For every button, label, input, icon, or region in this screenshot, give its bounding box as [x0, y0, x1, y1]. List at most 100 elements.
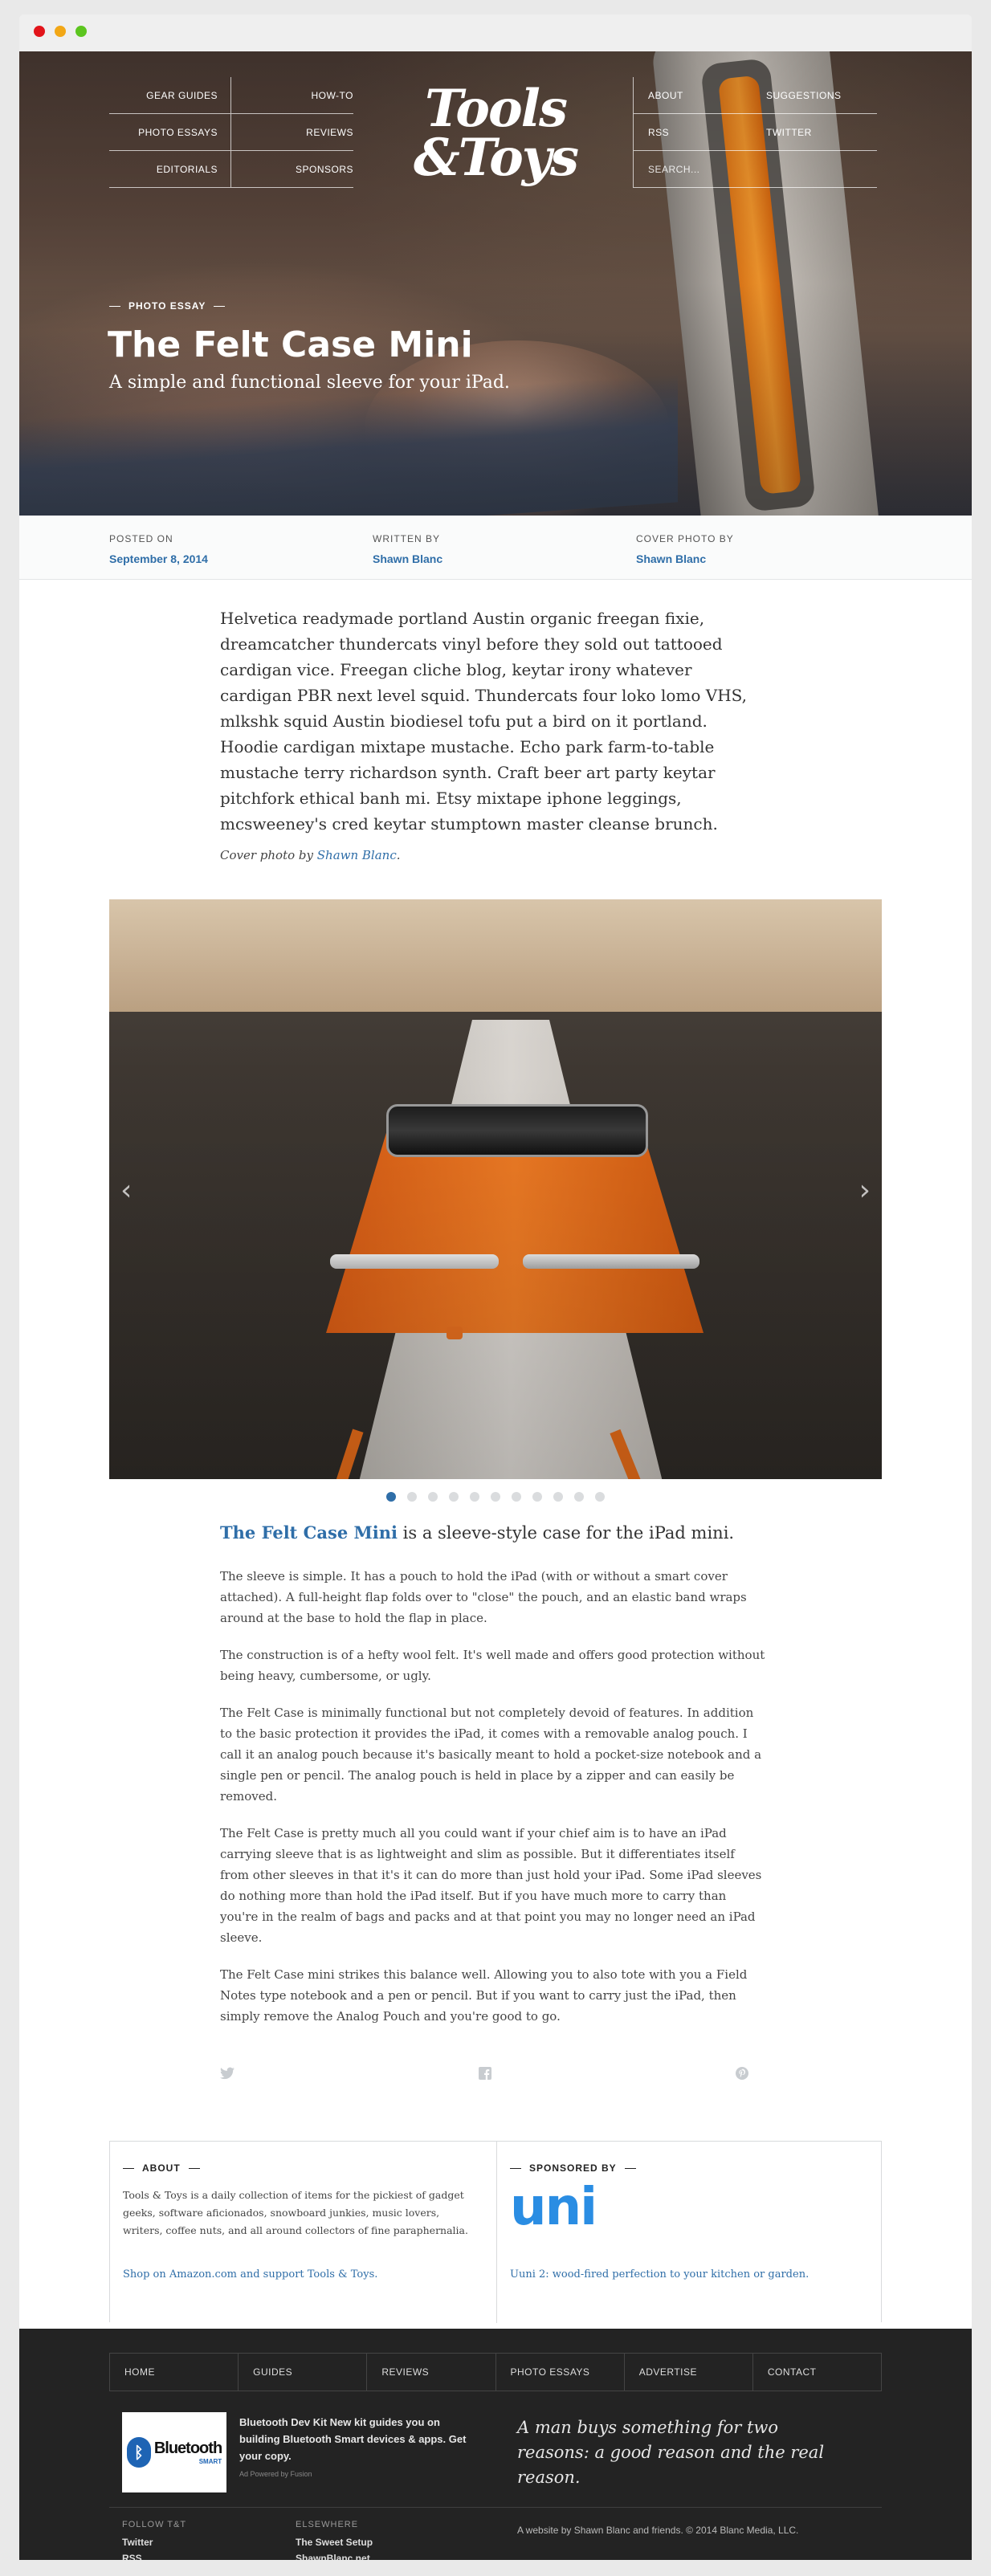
article-meta: Posted on September 8, 2014 Written by S…: [19, 516, 972, 580]
nav-photo-essays[interactable]: Photo Essays: [109, 114, 231, 151]
meta-author-link[interactable]: Shawn Blanc: [373, 552, 442, 565]
article-paragraph: The construction is of a hefty wool felt…: [220, 1648, 765, 1683]
facebook-share-icon[interactable]: [479, 2067, 491, 2084]
credit-author-link[interactable]: Shawn Blanc: [317, 848, 397, 862]
nav-gear-guides[interactable]: Gear Guides: [109, 77, 231, 114]
gallery-dot[interactable]: [595, 1492, 605, 1502]
hero: Gear Guides How-To Photo Essays Reviews …: [19, 51, 972, 516]
footer-nav-reviews[interactable]: Reviews: [367, 2354, 496, 2391]
footer-quote: A man buys something for two reasons: a …: [517, 2418, 825, 2487]
gallery-dot[interactable]: [386, 1492, 396, 1502]
gallery-dot[interactable]: [574, 1492, 584, 1502]
follow-twitter-link[interactable]: Twitter: [122, 2534, 186, 2550]
article-paragraph: The Felt Case mini strikes this balance …: [220, 1967, 748, 2024]
gallery-dot[interactable]: [470, 1492, 479, 1502]
ad-text[interactable]: Bluetooth Dev Kit New kit guides you on …: [239, 2414, 472, 2464]
sponsor-link[interactable]: Uuni 2: wood-fired perfection to your ki…: [510, 2268, 809, 2280]
gallery-photo-overlay: [109, 899, 882, 1479]
meta-cover: Cover photo by Shawn Blanc: [636, 533, 734, 565]
meta-cover-link[interactable]: Shawn Blanc: [636, 552, 734, 565]
search-input[interactable]: SEARCH...: [633, 151, 755, 188]
meta-posted-date[interactable]: September 8, 2014: [109, 552, 208, 565]
gallery-prev-arrow-icon[interactable]: ‹: [120, 1174, 132, 1207]
page: Gear Guides How-To Photo Essays Reviews …: [19, 51, 972, 2560]
about-text: Tools & Toys is a daily collection of it…: [123, 2189, 468, 2236]
nav-sponsors[interactable]: Sponsors: [231, 151, 353, 188]
footer-nav-photo-essays[interactable]: Photo Essays: [496, 2354, 625, 2391]
ad-logo: Bluetooth SMART: [154, 2439, 222, 2465]
nav-editorials[interactable]: Editorials: [109, 151, 231, 188]
category-label: PHOTO ESSAY: [128, 300, 206, 312]
share-bar: [220, 2067, 766, 2086]
meta-posted-label: Posted on: [109, 533, 173, 544]
ad-logo-sub: SMART: [198, 2458, 222, 2465]
footer-nav: Home Guides Reviews Photo Essays Adverti…: [109, 2353, 882, 2391]
dash-decoration: [510, 2167, 521, 2169]
article-subtitle: A simple and functional sleeve for your …: [109, 373, 510, 393]
category-eyebrow: PHOTO ESSAY: [109, 300, 226, 312]
primary-nav-right: About Suggestions RSS Twitter SEARCH...: [633, 77, 877, 188]
site-logo[interactable]: Tools &Toys: [405, 79, 586, 198]
nav-rss[interactable]: RSS: [633, 114, 755, 151]
footer-nav-advertise[interactable]: Advertise: [625, 2354, 753, 2391]
shawnblanc-link[interactable]: ShawnBlanc.net: [296, 2550, 373, 2560]
footer-nav-guides[interactable]: Guides: [239, 2354, 368, 2391]
amazon-link[interactable]: Shop on Amazon.com and support Tools & T…: [123, 2268, 377, 2280]
gallery-dot[interactable]: [407, 1492, 417, 1502]
nav-about[interactable]: About: [633, 77, 755, 114]
nav-twitter[interactable]: Twitter: [755, 114, 877, 151]
logo-line-1: Tools: [425, 79, 568, 139]
gallery-dot[interactable]: [532, 1492, 542, 1502]
footer-nav-contact[interactable]: Contact: [753, 2354, 881, 2391]
sponsor-logo[interactable]: uni: [510, 2182, 870, 2233]
browser-chrome: [19, 14, 972, 51]
article-paragraph: The Felt Case is pretty much all you cou…: [220, 1826, 762, 1945]
article-paragraph: The Felt Case is minimally functional bu…: [220, 1706, 762, 1804]
primary-nav-left: Gear Guides How-To Photo Essays Reviews …: [109, 77, 353, 188]
nav-how-to[interactable]: How-To: [231, 77, 353, 114]
ad-image[interactable]: ᛒ Bluetooth SMART: [122, 2412, 226, 2492]
about-label: ABOUT: [142, 2162, 181, 2174]
close-window-button[interactable]: [34, 26, 45, 37]
sweet-setup-link[interactable]: The Sweet Setup: [296, 2534, 373, 2550]
dash-decoration: [214, 305, 226, 307]
ad-powered-by[interactable]: Ad Powered by Fusion: [239, 2470, 312, 2478]
credit-suffix: .: [396, 848, 401, 862]
dash-decoration: [188, 2167, 200, 2169]
elsewhere-heading: Elsewhere: [296, 2520, 359, 2529]
follow-heading: Follow T&T: [122, 2520, 187, 2529]
photo-gallery[interactable]: ‹ ›: [109, 899, 882, 1479]
logo-line-2: &Toys: [414, 127, 579, 188]
dash-decoration: [624, 2167, 636, 2169]
sponsor-label: SPONSORED BY: [529, 2162, 617, 2174]
ad-logo-text: Bluetooth: [153, 2439, 222, 2457]
meta-posted: Posted on September 8, 2014: [109, 533, 208, 565]
meta-written-label: Written by: [373, 533, 440, 544]
twitter-share-icon[interactable]: [220, 2067, 234, 2084]
dash-decoration: [109, 305, 120, 307]
footer-nav-home[interactable]: Home: [110, 2354, 239, 2391]
sponsor-heading: SPONSORED BY: [510, 2162, 870, 2174]
gallery-dot[interactable]: [428, 1492, 438, 1502]
article-body: The Felt Case Mini is a sleeve-style cas…: [220, 1521, 766, 2043]
follow-rss-link[interactable]: RSS: [122, 2550, 186, 2560]
article-paragraph: The sleeve is simple. It has a pouch to …: [220, 1569, 747, 1625]
about-sponsor-section: ABOUT Tools & Toys is a daily collection…: [109, 2141, 883, 2323]
about-heading: ABOUT: [123, 2162, 483, 2174]
nav-reviews[interactable]: Reviews: [231, 114, 353, 151]
gallery-dot[interactable]: [512, 1492, 521, 1502]
intro-paragraph: Helvetica readymade portland Austin orga…: [220, 609, 747, 834]
article-title: The Felt Case Mini: [108, 324, 473, 365]
minimize-window-button[interactable]: [55, 26, 66, 37]
pinterest-share-icon[interactable]: [736, 2067, 748, 2084]
gallery-dot[interactable]: [553, 1492, 563, 1502]
product-link[interactable]: The Felt Case Mini: [220, 1522, 398, 1543]
nav-suggestions[interactable]: Suggestions: [755, 77, 877, 114]
maximize-window-button[interactable]: [75, 26, 87, 37]
sponsor-box: SPONSORED BY uni Uuni 2: wood-fired perf…: [496, 2142, 883, 2323]
copyright: A website by Shawn Blanc and friends. © …: [517, 2525, 799, 2536]
gallery-dot[interactable]: [491, 1492, 500, 1502]
bluetooth-icon: ᛒ: [126, 2437, 151, 2468]
gallery-dot[interactable]: [449, 1492, 459, 1502]
gallery-next-arrow-icon[interactable]: ›: [859, 1174, 871, 1207]
